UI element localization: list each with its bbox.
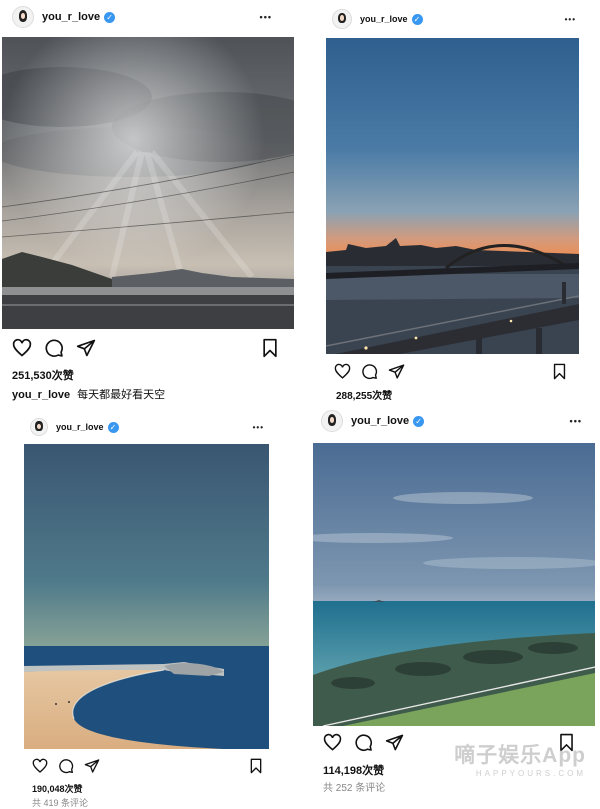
more-icon[interactable]: ••• (570, 416, 582, 426)
comments-link-partial[interactable]: 共 419 条评论 (32, 796, 88, 809)
username[interactable]: you_r_love (56, 422, 104, 432)
share-icon[interactable] (385, 733, 404, 752)
post-header: you_r_love ✓ ••• (322, 0, 600, 38)
post-photo[interactable] (313, 443, 595, 726)
likes-count[interactable]: 114,198次赞 (323, 762, 384, 778)
verified-icon: ✓ (413, 415, 425, 427)
username[interactable]: you_r_love (42, 11, 100, 23)
username[interactable]: you_r_love (360, 14, 408, 24)
action-bar (0, 336, 300, 360)
post-header: you_r_love ✓ ••• (0, 0, 300, 34)
comment-icon[interactable] (58, 758, 74, 774)
verified-icon: ✓ (107, 421, 119, 433)
bookmark-icon[interactable] (260, 338, 280, 358)
heart-icon[interactable] (323, 733, 342, 752)
post-photo[interactable] (2, 37, 294, 329)
likes-count[interactable]: 251,530次赞 (12, 367, 74, 383)
share-icon[interactable] (388, 363, 405, 380)
heart-icon[interactable] (334, 363, 351, 380)
post-photo[interactable] (326, 38, 579, 354)
more-icon[interactable]: ••• (565, 15, 576, 24)
heart-icon[interactable] (32, 758, 48, 774)
post-1: you_r_love ✓ ••• 251,530次赞 you_r_love 每天… (0, 0, 300, 405)
watermark-text: 嘀子娱乐App (454, 744, 586, 767)
bookmark-icon[interactable] (248, 758, 264, 774)
share-icon[interactable] (84, 758, 100, 774)
avatar[interactable] (332, 9, 352, 29)
post-3: you_r_love ✓ ••• 190,048次赞 共 419 条评论 (0, 410, 300, 808)
share-icon[interactable] (76, 338, 96, 358)
more-icon[interactable]: ••• (253, 423, 264, 432)
comment-icon[interactable] (361, 363, 378, 380)
heart-icon[interactable] (12, 338, 32, 358)
avatar[interactable] (12, 6, 34, 28)
post-photo[interactable] (24, 444, 269, 749)
action-bar (322, 360, 600, 382)
caption-text: 每天都最好看天空 (77, 389, 166, 401)
avatar[interactable] (321, 410, 343, 432)
comment-icon[interactable] (354, 733, 373, 752)
likes-count[interactable]: 288,255次赞 (336, 387, 392, 402)
more-icon[interactable]: ••• (260, 12, 272, 22)
likes-count[interactable]: 190,048次赞 (32, 782, 83, 795)
action-bar (0, 755, 300, 777)
post-header: you_r_love ✓ ••• (0, 410, 300, 444)
post-2: you_r_love ✓ ••• 288,255次赞 (322, 0, 600, 405)
comments-link-partial[interactable]: 共 252 条评论 (323, 779, 385, 794)
bookmark-icon[interactable] (551, 363, 568, 380)
avatar[interactable] (30, 418, 48, 436)
watermark-sub: HAPPYOURS.COM (475, 769, 586, 778)
post-header: you_r_love ✓ ••• (305, 405, 600, 437)
caption: you_r_love 每天都最好看天空 (12, 386, 165, 402)
comment-icon[interactable] (44, 338, 64, 358)
verified-icon: ✓ (411, 13, 423, 25)
caption-username[interactable]: you_r_love (12, 389, 70, 401)
watermark: 嘀子娱乐App HAPPYOURS.COM (454, 739, 586, 778)
username[interactable]: you_r_love (351, 415, 409, 427)
verified-icon: ✓ (104, 11, 116, 23)
